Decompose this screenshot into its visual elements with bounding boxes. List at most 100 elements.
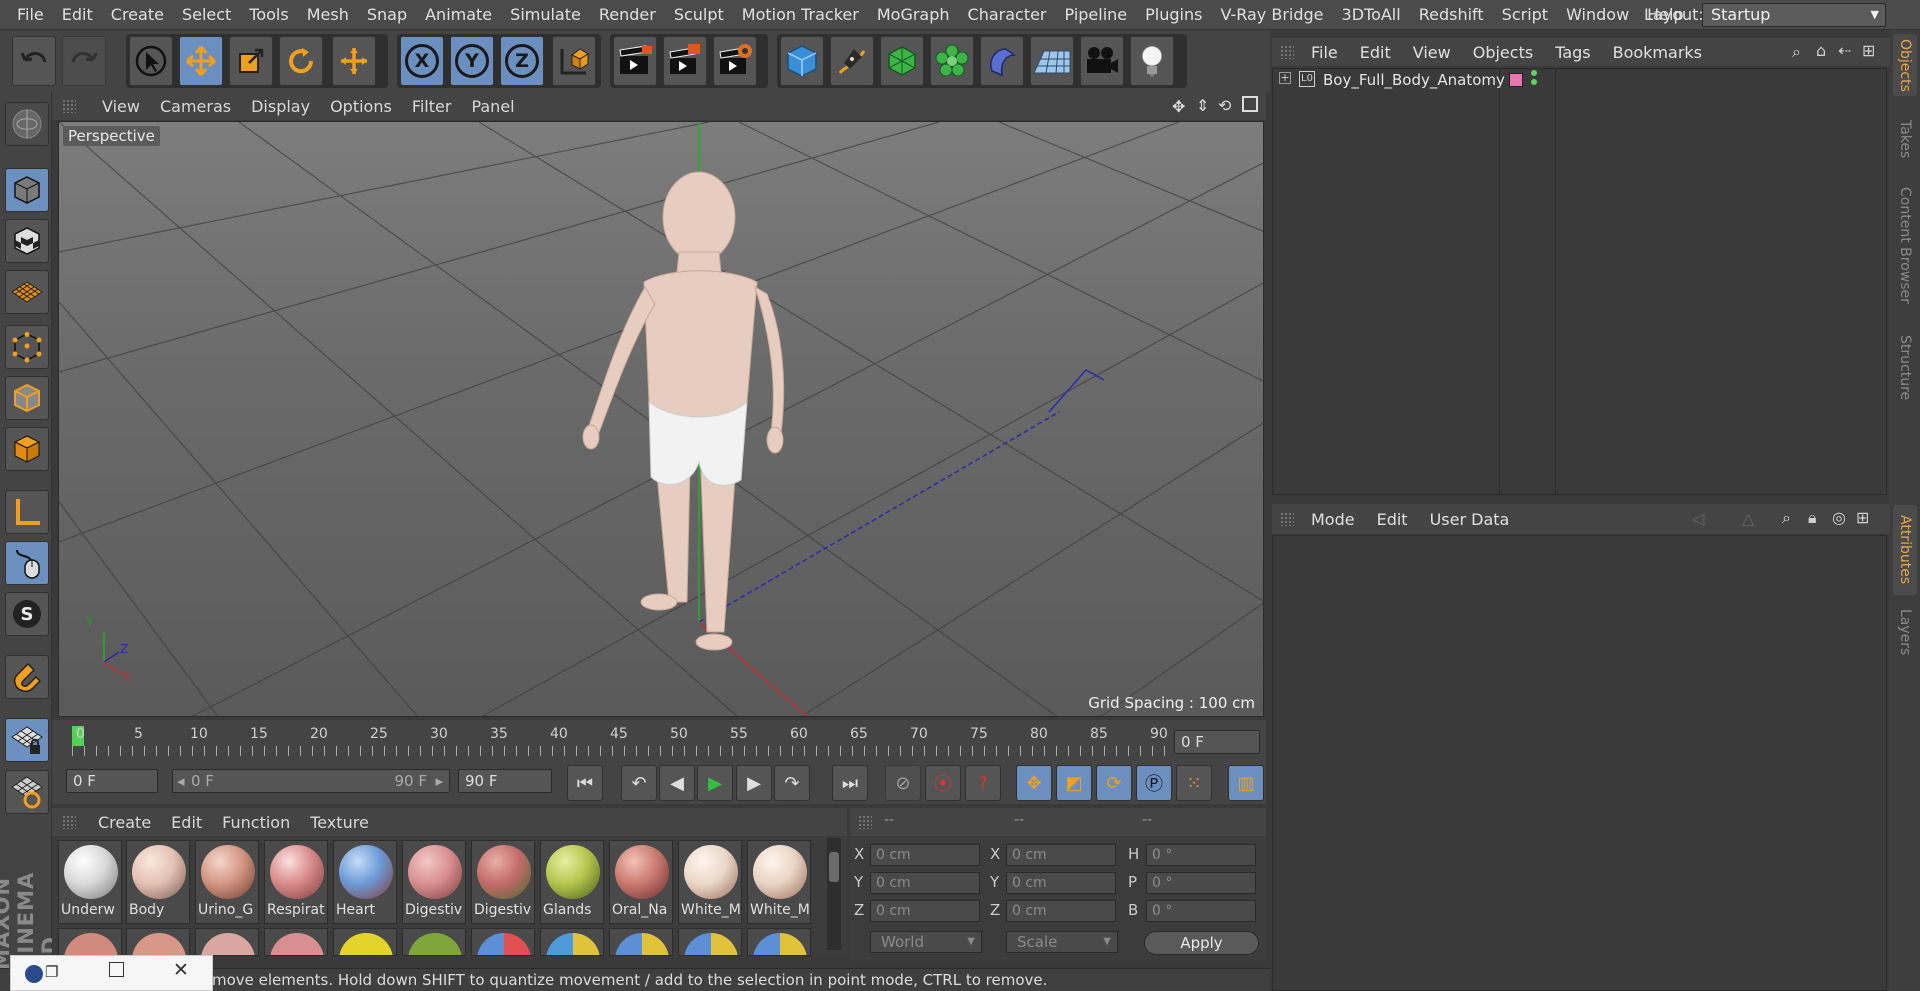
tab-takes[interactable]: Takes [1893, 114, 1917, 164]
tab-objects[interactable]: Objects [1893, 34, 1917, 96]
tab-attributes[interactable]: Attributes [1893, 505, 1917, 595]
objects-menu-view[interactable]: View [1402, 43, 1462, 62]
material-swatch[interactable]: Body [126, 840, 190, 924]
timeline-ruler[interactable]: 0 5 10 15 20 25 30 35 40 45 50 55 60 65 … [52, 720, 1266, 760]
coordinate-mode-select[interactable]: Scale ▼ [1006, 931, 1118, 953]
solo-mode-button[interactable]: S [5, 592, 49, 636]
redo-button[interactable] [62, 36, 106, 86]
viewport-maximize-icon[interactable] [1242, 96, 1258, 112]
menu-simulate[interactable]: Simulate [501, 5, 590, 24]
menu-pipeline[interactable]: Pipeline [1056, 5, 1137, 24]
pen-spline-button[interactable] [830, 36, 874, 86]
end-frame-field[interactable]: 90 F [458, 769, 552, 793]
viewport-zoom-icon[interactable]: ⇕ [1196, 96, 1209, 115]
material-swatch[interactable] [540, 928, 604, 956]
material-scrollbar[interactable] [827, 838, 841, 950]
material-swatch[interactable] [58, 928, 122, 956]
coordinate-space-select[interactable]: World ▼ [870, 931, 982, 953]
expand-plus-icon[interactable]: + [1279, 72, 1291, 84]
timeline-window-button[interactable]: ▥ [1228, 765, 1264, 801]
new-panel-icon[interactable]: ⊞ [1862, 41, 1875, 60]
menu-motion-tracker[interactable]: Motion Tracker [733, 5, 868, 24]
axis-mode-button[interactable] [5, 490, 49, 534]
key-scale-button[interactable]: ◩ [1056, 765, 1092, 801]
tweak-mode-button[interactable] [5, 541, 49, 585]
viewport-menu-options[interactable]: Options [320, 97, 402, 116]
key-position-button[interactable]: ✥ [1016, 765, 1052, 801]
viewport-menu-view[interactable]: View [92, 97, 150, 116]
menu-tools[interactable]: Tools [240, 5, 297, 24]
cube-object-button[interactable] [780, 36, 824, 86]
back-icon[interactable]: ⇠ [1838, 41, 1851, 60]
material-menu-texture[interactable]: Texture [300, 813, 379, 832]
render-to-picture-viewer-button[interactable] [663, 36, 707, 86]
light-object-button[interactable] [1130, 36, 1174, 86]
objects-menu-bookmarks[interactable]: Bookmarks [1602, 43, 1713, 62]
rotate-tool-button[interactable] [279, 36, 323, 86]
menu-snap[interactable]: Snap [358, 5, 416, 24]
subdivision-surface-button[interactable] [880, 36, 924, 86]
perspective-viewport[interactable]: Y Z X Perspective Grid Spacing : 100 cm [58, 121, 1264, 717]
drag-handle-icon[interactable] [858, 815, 872, 829]
material-swatch[interactable]: Respirat [264, 840, 328, 924]
menu-create[interactable]: Create [102, 5, 173, 24]
menu-mograph[interactable]: MoGraph [868, 5, 959, 24]
record-key-button[interactable]: ⊘ [885, 765, 921, 801]
coordinate-system-button[interactable] [552, 36, 596, 86]
keyframe-selection-button[interactable]: ? [965, 765, 1001, 801]
deformer-button[interactable] [980, 36, 1024, 86]
material-swatch[interactable]: Oral_Na [609, 840, 673, 924]
y-axis-lock-button[interactable]: Y [450, 36, 494, 86]
snap-button[interactable] [5, 655, 49, 699]
previous-key-button[interactable]: ↶ [621, 765, 657, 801]
autokey-button[interactable]: ⦿ [925, 765, 961, 801]
menu-script[interactable]: Script [1493, 5, 1557, 24]
model-mode-button[interactable] [5, 168, 49, 212]
polygons-mode-button[interactable] [5, 427, 49, 471]
material-swatch[interactable] [678, 928, 742, 956]
menu-redshift[interactable]: Redshift [1410, 5, 1493, 24]
scrollbar-thumb[interactable] [829, 852, 839, 882]
home-icon[interactable]: ⌂ [1816, 41, 1826, 60]
material-swatch[interactable] [747, 928, 811, 956]
material-swatch[interactable]: Digestiv [471, 840, 535, 924]
position-y-field[interactable]: 0 cm [870, 872, 980, 894]
viewport-pan-icon[interactable]: ✥ [1172, 97, 1185, 116]
menu-sculpt[interactable]: Sculpt [665, 5, 733, 24]
drag-handle-icon[interactable] [1280, 45, 1294, 59]
rotation-h-field[interactable]: 0 ° [1146, 844, 1256, 866]
material-swatch[interactable] [126, 928, 190, 956]
object-name[interactable]: Boy_Full_Body_Anatomy [1323, 71, 1505, 89]
viewport-menu-display[interactable]: Display [241, 97, 320, 116]
position-z-field[interactable]: 0 cm [870, 900, 980, 922]
material-menu-edit[interactable]: Edit [161, 813, 212, 832]
texture-mode-button[interactable] [5, 219, 49, 263]
menu-mesh[interactable]: Mesh [298, 5, 358, 24]
maximize-icon[interactable] [109, 962, 124, 977]
lock-icon[interactable]: 🔒︎ [1808, 508, 1817, 528]
search-icon[interactable]: ⌕ [1792, 42, 1801, 62]
apply-button[interactable]: Apply [1144, 931, 1259, 955]
edges-mode-button[interactable] [5, 376, 49, 420]
tab-content-browser[interactable]: Content Browser [1893, 170, 1917, 320]
back-arrow-icon[interactable]: ◁ [1692, 509, 1704, 528]
material-swatch[interactable] [264, 928, 328, 956]
target-icon[interactable]: ◎ [1832, 508, 1846, 527]
size-y-field[interactable]: 0 cm [1006, 872, 1116, 894]
viewport-solo-button[interactable] [5, 770, 49, 814]
objects-menu-tags[interactable]: Tags [1544, 43, 1601, 62]
viewport-orbit-icon[interactable]: ⟲ [1218, 96, 1231, 115]
object-row[interactable]: + L0 Boy_Full_Body_Anatomy [1273, 69, 1886, 91]
layer-color-tag[interactable] [1509, 73, 1523, 87]
drag-handle-icon[interactable] [1280, 512, 1294, 526]
points-mode-button[interactable] [5, 325, 49, 369]
material-swatch[interactable]: White_M [747, 840, 811, 924]
size-x-field[interactable]: 0 cm [1006, 844, 1116, 866]
make-editable-button[interactable] [5, 102, 49, 146]
drag-handle-icon[interactable] [62, 99, 76, 113]
material-menu-function[interactable]: Function [212, 813, 300, 832]
material-swatch[interactable] [195, 928, 259, 956]
menu-3dtoall[interactable]: 3DToAll [1333, 5, 1410, 24]
position-x-field[interactable]: 0 cm [870, 844, 980, 866]
menu-character[interactable]: Character [959, 5, 1056, 24]
